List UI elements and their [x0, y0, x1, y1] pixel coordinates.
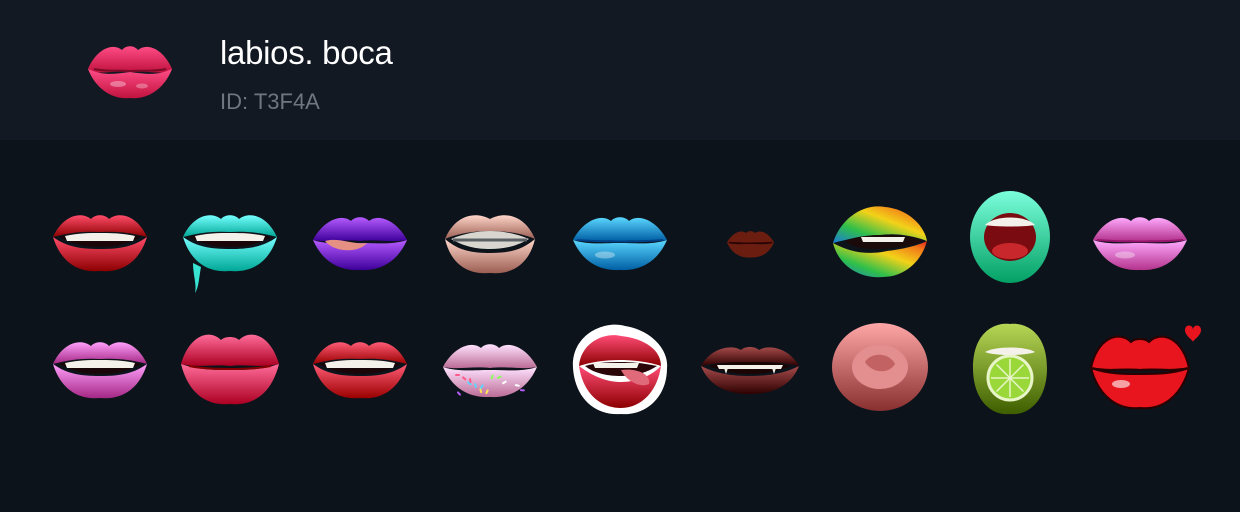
sprinkle-lips-icon	[443, 344, 537, 398]
pink-lips-icon	[1093, 217, 1187, 271]
pack-id: ID: T3F4A	[220, 89, 320, 114]
sticker-purple-tongue-lips[interactable]	[305, 185, 415, 295]
sticker-green-open-mouth[interactable]	[955, 185, 1065, 295]
pink-pout-lips-icon	[181, 334, 279, 405]
vampire-lips-icon	[701, 347, 799, 394]
sticker-blue-lips[interactable]	[565, 185, 675, 295]
sticker-glitter-lips[interactable]	[45, 312, 155, 422]
sticker-vampire-lips[interactable]	[695, 312, 805, 422]
sticker-curled-tongue-lips[interactable]	[825, 312, 935, 422]
sticker-brown-kiss-print[interactable]	[695, 185, 805, 295]
green-open-mouth-icon	[970, 191, 1050, 283]
red-smile-lips-icon	[53, 215, 147, 272]
lime-lips-icon	[973, 323, 1047, 415]
sticker-licking-lips[interactable]	[565, 312, 675, 422]
pink-pucker-lips-icon	[88, 46, 172, 99]
bite-lips-icon	[313, 342, 407, 399]
sticker-lime-lips[interactable]	[955, 312, 1065, 422]
sticker-red-smile-lips[interactable]	[45, 185, 155, 295]
sticker-grid	[0, 140, 1240, 512]
pack-thumbnail[interactable]	[84, 36, 176, 102]
rainbow-lips-icon	[833, 206, 927, 278]
blue-lips-icon	[573, 217, 667, 271]
braces-lips-icon	[445, 215, 535, 274]
glitter-lips-icon	[53, 342, 147, 399]
sticker-bite-lips[interactable]	[305, 312, 415, 422]
licking-lips-icon	[572, 324, 668, 415]
sticker-sprinkle-lips[interactable]	[435, 312, 545, 422]
cartoon-heart-lips-icon	[1089, 325, 1201, 410]
purple-tongue-lips-icon	[313, 217, 407, 271]
curled-tongue-lips-icon	[832, 323, 928, 411]
teal-drip-lips-icon	[183, 215, 277, 293]
sticker-cartoon-heart-lips[interactable]	[1085, 312, 1201, 422]
pack-title: labios. boca	[220, 34, 393, 71]
sticker-pink-lips[interactable]	[1085, 185, 1195, 295]
sticker-braces-lips[interactable]	[435, 185, 545, 295]
sticker-rainbow-lips[interactable]	[825, 185, 935, 295]
sticker-pink-pout-lips[interactable]	[175, 312, 285, 422]
sticker-teal-drip-lips[interactable]	[175, 185, 285, 295]
pack-header: labios. boca ID: T3F4A	[0, 0, 1240, 140]
brown-kiss-print-icon	[727, 231, 774, 258]
